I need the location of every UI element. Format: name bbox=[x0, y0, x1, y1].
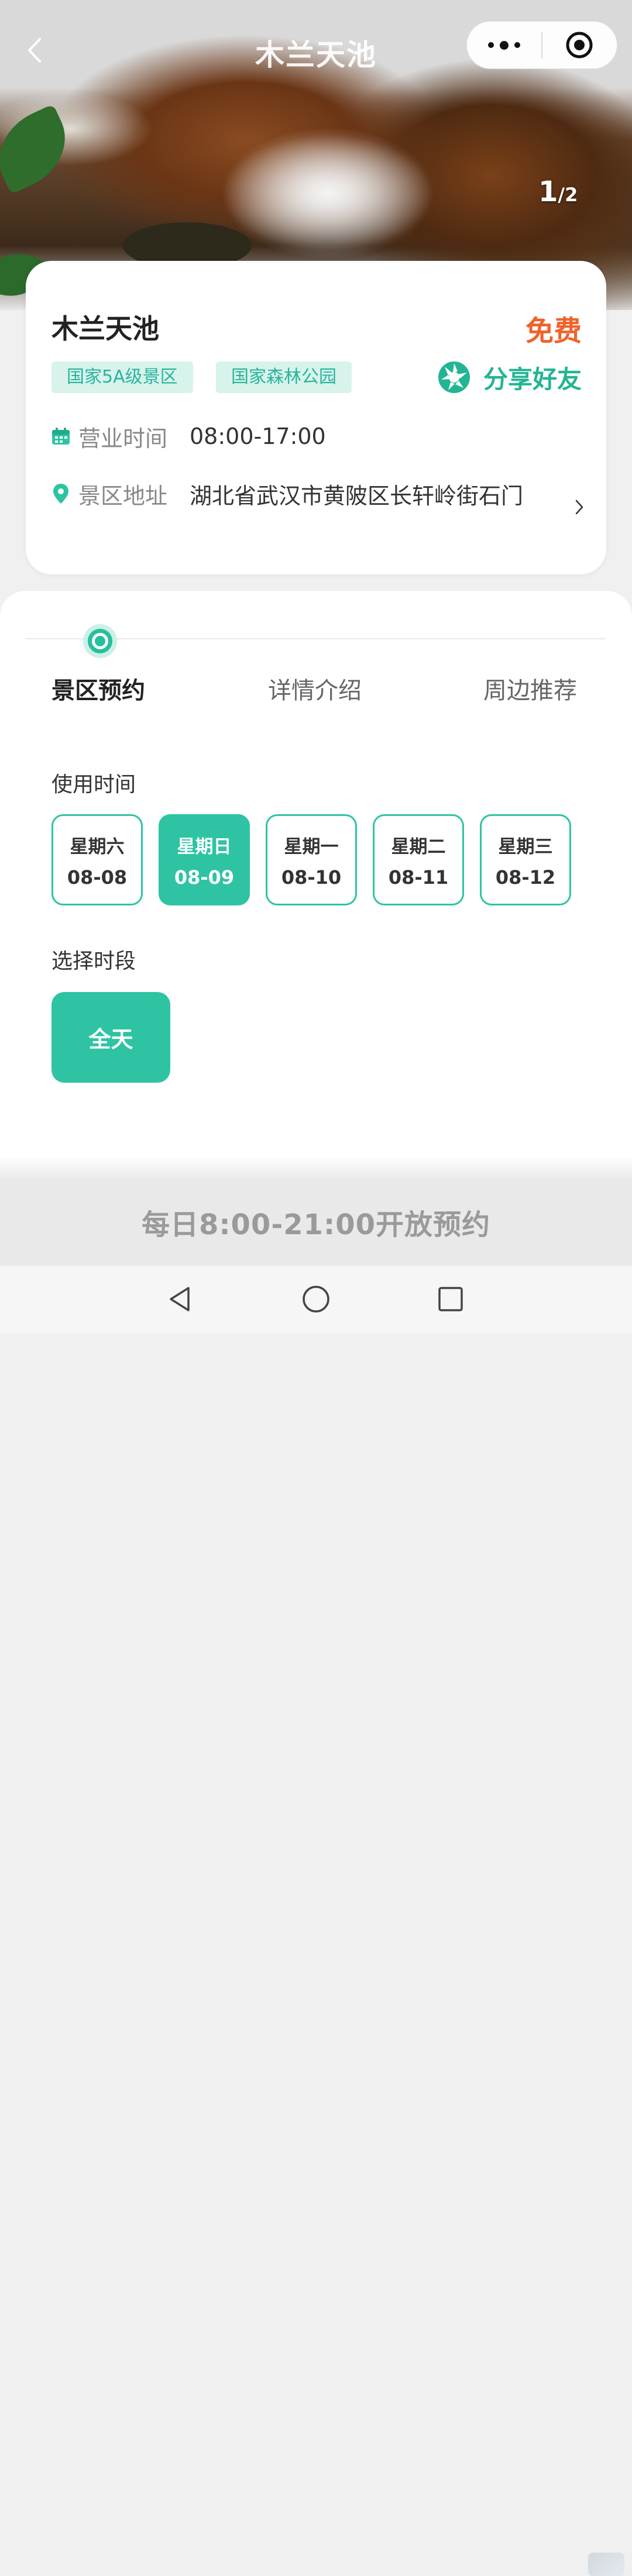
pager-separator: / bbox=[558, 184, 565, 206]
date-option[interactable]: 星期三 08-12 bbox=[480, 814, 571, 905]
aperture-icon bbox=[438, 361, 470, 393]
top-bar: 木兰天池 bbox=[0, 0, 632, 94]
share-label: 分享好友 bbox=[483, 364, 582, 394]
chevron-right-icon[interactable] bbox=[573, 498, 585, 516]
date-section-label: 使用时间 bbox=[51, 773, 136, 797]
date-option[interactable]: 星期六 08-08 bbox=[51, 814, 143, 905]
date-weekday: 星期日 bbox=[177, 836, 232, 857]
hero-leaf bbox=[0, 104, 81, 195]
triangle-back-icon bbox=[170, 1287, 190, 1311]
date-value: 08-12 bbox=[495, 866, 556, 888]
share-button[interactable]: 分享好友 bbox=[437, 359, 582, 395]
pager-current: 1 bbox=[538, 175, 558, 208]
date-value: 08-11 bbox=[388, 866, 449, 888]
hours-row: 营业时间 08:00-17:00 bbox=[50, 420, 326, 453]
date-value: 08-10 bbox=[281, 866, 342, 888]
system-nav-bar bbox=[0, 1266, 632, 2576]
hours-value: 08:00-17:00 bbox=[190, 423, 326, 449]
date-weekday: 星期一 bbox=[284, 836, 339, 857]
tab-nearby[interactable]: 周边推荐 bbox=[483, 671, 577, 705]
tab-booking[interactable]: 景区预约 bbox=[51, 671, 145, 705]
calendar-icon bbox=[50, 426, 71, 447]
square-recent-icon bbox=[438, 1287, 463, 1311]
target-icon bbox=[566, 32, 593, 58]
circle-home-icon bbox=[303, 1286, 329, 1313]
spot-info-card: 木兰天池 免费 国家5A级景区 国家森林公园 分享好友 bbox=[26, 261, 606, 574]
address-row[interactable]: 景区地址 湖北省武汉市黄陂区长轩岭街石门 bbox=[50, 477, 523, 510]
date-option[interactable]: 星期二 08-11 bbox=[373, 814, 464, 905]
price-label: 免费 bbox=[525, 315, 582, 347]
slot-all-day-button[interactable]: 全天 bbox=[51, 992, 170, 1083]
date-option-selected[interactable]: 星期日 08-09 bbox=[159, 814, 250, 905]
booking-notice-bar[interactable]: 每日8:00-21:00开放预约 bbox=[0, 1178, 632, 1266]
hours-label: 营业时间 bbox=[78, 425, 168, 452]
pager-total: 2 bbox=[565, 184, 578, 206]
date-option[interactable]: 星期一 08-10 bbox=[266, 814, 357, 905]
address-value: 湖北省武汉市黄陂区长轩岭街石门 bbox=[190, 483, 524, 509]
nav-back-button[interactable] bbox=[159, 1279, 200, 1320]
date-value: 08-09 bbox=[174, 866, 235, 888]
nav-home-button[interactable] bbox=[296, 1279, 336, 1320]
nav-recent-button[interactable] bbox=[430, 1279, 471, 1320]
mini-program-capsule bbox=[466, 21, 617, 69]
tab-indicator bbox=[83, 624, 117, 658]
spot-name: 木兰天池 bbox=[51, 313, 159, 345]
close-button[interactable] bbox=[542, 21, 617, 69]
more-dots-icon bbox=[488, 40, 520, 50]
tag-forest-park: 国家森林公园 bbox=[216, 361, 352, 393]
more-button[interactable] bbox=[467, 21, 541, 69]
tab-details[interactable]: 详情介绍 bbox=[268, 671, 362, 705]
location-pin-icon bbox=[50, 483, 71, 504]
watermark-logo bbox=[588, 2553, 624, 2576]
date-weekday: 星期六 bbox=[70, 836, 125, 857]
date-value: 08-08 bbox=[67, 866, 128, 888]
bottom-shadow bbox=[0, 1155, 632, 1179]
image-pager: 1/2 bbox=[538, 175, 578, 208]
hero-mist bbox=[222, 135, 433, 252]
booking-notice: 每日8:00-21:00开放预约 bbox=[141, 1208, 491, 1241]
date-weekday: 星期三 bbox=[498, 836, 553, 857]
slot-section-label: 选择时段 bbox=[51, 949, 136, 973]
tag-5a-scenic: 国家5A级景区 bbox=[51, 361, 193, 393]
date-weekday: 星期二 bbox=[391, 836, 446, 857]
address-label: 景区地址 bbox=[78, 483, 168, 509]
